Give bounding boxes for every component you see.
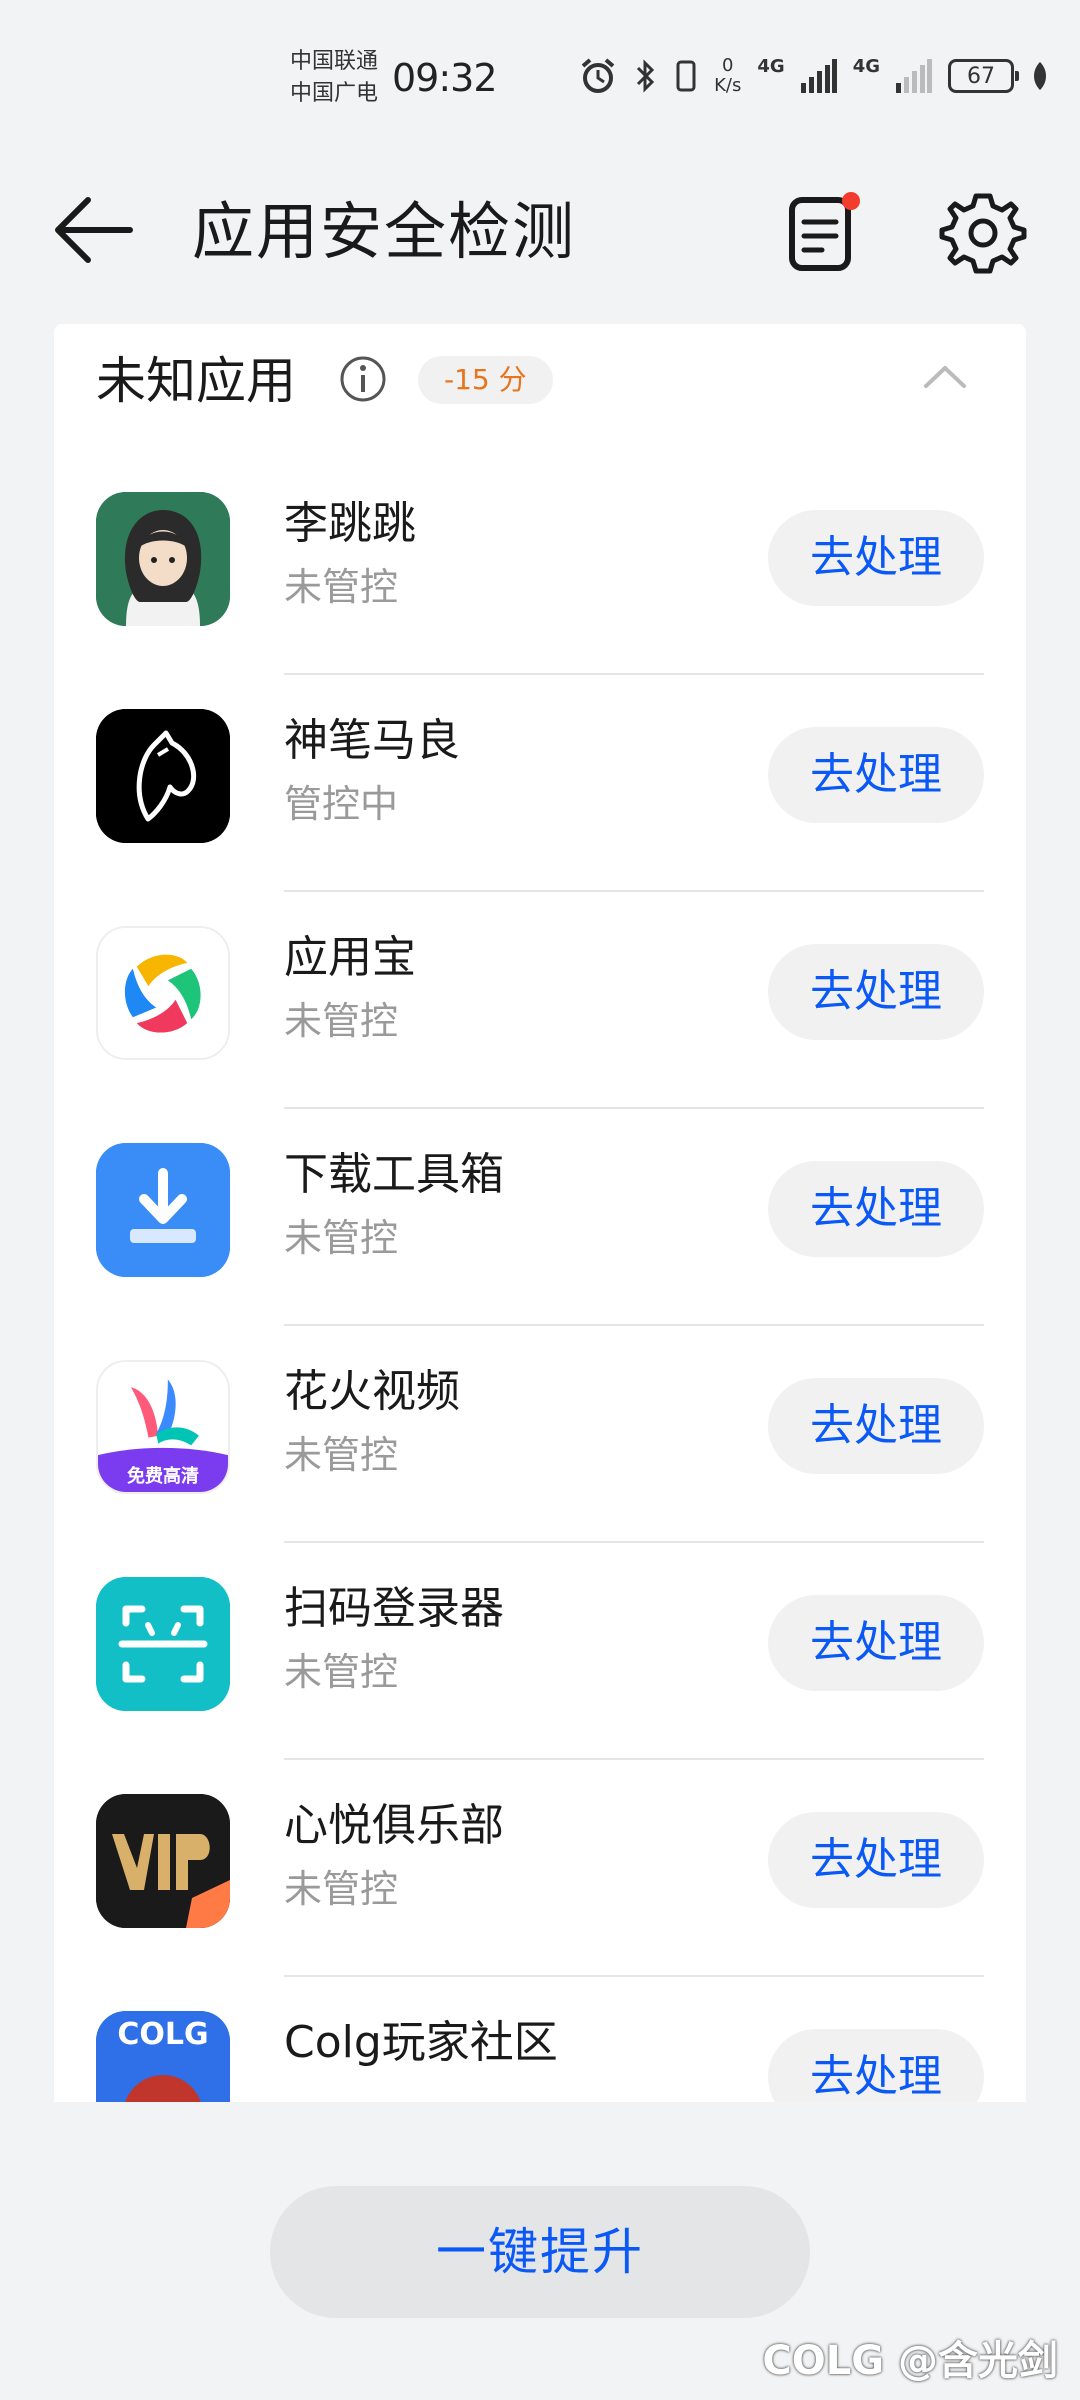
app-icon-huahuo-video: 免费高清	[96, 1360, 230, 1494]
status-icons: 0 K/s 4G 4G 67	[578, 56, 1050, 96]
vibrate-icon	[676, 60, 696, 92]
list-item: COLG Colg玩家社区 去处理	[54, 1977, 1026, 2102]
app-name: 神笔马良	[284, 715, 460, 766]
net-speed: 0 K/s	[714, 56, 741, 96]
list-item: 神笔马良 管控中 去处理	[54, 675, 1026, 892]
app-status: 未管控	[284, 999, 399, 1043]
handle-button[interactable]: 去处理	[768, 1161, 984, 1257]
records-button[interactable]	[784, 186, 868, 276]
app-icon-shenbimaliang	[96, 709, 230, 843]
score-badge: -15 分	[418, 356, 553, 404]
one-click-boost-button[interactable]: 一键提升	[270, 2186, 810, 2318]
info-icon[interactable]	[338, 354, 388, 404]
handle-button[interactable]: 去处理	[768, 1812, 984, 1908]
back-arrow-icon	[55, 197, 133, 263]
app-status: 未管控	[284, 1650, 399, 1694]
signal-icon	[800, 59, 837, 93]
network-type-1: 4G	[757, 55, 785, 77]
app-name: 应用宝	[284, 932, 416, 983]
section-title: 未知应用	[96, 352, 296, 410]
settings-button[interactable]	[938, 186, 1028, 276]
bluetooth-icon	[637, 59, 655, 93]
page-title: 应用安全检测	[192, 195, 577, 268]
alarm-icon	[581, 58, 615, 93]
network-type-2: 4G	[852, 55, 880, 77]
status-bar: 中国联通 中国广电 09:32 0 K/s 4G 4G 67	[0, 0, 1080, 150]
back-button[interactable]	[48, 192, 138, 268]
app-status: 未管控	[284, 1867, 399, 1911]
handle-button[interactable]: 去处理	[768, 510, 984, 606]
handle-button[interactable]: 去处理	[768, 2029, 984, 2102]
app-status: 未管控	[284, 565, 399, 609]
app-name: 花火视频	[284, 1366, 460, 1417]
chevron-up-icon[interactable]	[920, 356, 970, 396]
carrier-info: 中国联通 中国广电	[290, 46, 378, 110]
app-name: 心悦俱乐部	[284, 1800, 504, 1851]
handle-button[interactable]: 去处理	[768, 727, 984, 823]
app-status: 未管控	[284, 1216, 399, 1260]
status-time: 09:32	[392, 56, 498, 100]
app-icon-xinyue-club	[96, 1794, 230, 1928]
leaf-icon	[1034, 62, 1046, 90]
app-status: 管控中	[284, 782, 399, 826]
list-item: 扫码登录器 未管控 去处理	[54, 1543, 1026, 1760]
carrier-1: 中国联通	[290, 49, 379, 74]
gear-icon	[939, 193, 1027, 274]
app-name: 下载工具箱	[284, 1149, 504, 1200]
carrier-2: 中国广电	[290, 81, 379, 106]
handle-button[interactable]: 去处理	[768, 1595, 984, 1691]
handle-button[interactable]: 去处理	[768, 1378, 984, 1474]
huahuo-badge-text: 免费高清	[127, 1466, 199, 1487]
app-icon-yingyongbao	[96, 926, 230, 1060]
list-item: 李跳跳 未管控 去处理	[54, 458, 1026, 675]
list-item: 下载工具箱 未管控 去处理	[54, 1109, 1026, 1326]
app-name: 扫码登录器	[284, 1583, 504, 1634]
app-icon-download-toolbox	[96, 1143, 230, 1277]
notification-dot	[842, 192, 860, 210]
app-name: Colg玩家社区	[284, 2017, 558, 2068]
list-item: 免费高清 花火视频 未管控 去处理	[54, 1326, 1026, 1543]
colg-logo-text: COLG	[117, 2017, 209, 2052]
list-item: 应用宝 未管控 去处理	[54, 892, 1026, 1109]
signal-weak-icon	[896, 59, 932, 93]
battery-level: 67	[967, 63, 995, 89]
watermark: COLG @含光剑	[762, 2338, 1058, 2384]
app-header: 应用安全检测	[0, 170, 1080, 290]
app-name: 李跳跳	[284, 498, 416, 549]
app-icon-colg: COLG	[96, 2011, 230, 2102]
net-speed-value: 0	[722, 55, 734, 76]
net-speed-unit: K/s	[714, 75, 742, 96]
unknown-apps-card: 未知应用 -15 分 李跳跳 未管控 去处理 神笔马良 管控中 去处理 应用宝 …	[54, 324, 1026, 2102]
app-status: 未管控	[284, 1433, 399, 1477]
app-icon-scan-login	[96, 1577, 230, 1711]
section-header[interactable]: 未知应用 -15 分	[54, 324, 1026, 434]
handle-button[interactable]: 去处理	[768, 944, 984, 1040]
battery-indicator: 67	[948, 59, 1019, 93]
app-icon-litiaotiao	[96, 492, 230, 626]
list-item: 心悦俱乐部 未管控 去处理	[54, 1760, 1026, 1977]
